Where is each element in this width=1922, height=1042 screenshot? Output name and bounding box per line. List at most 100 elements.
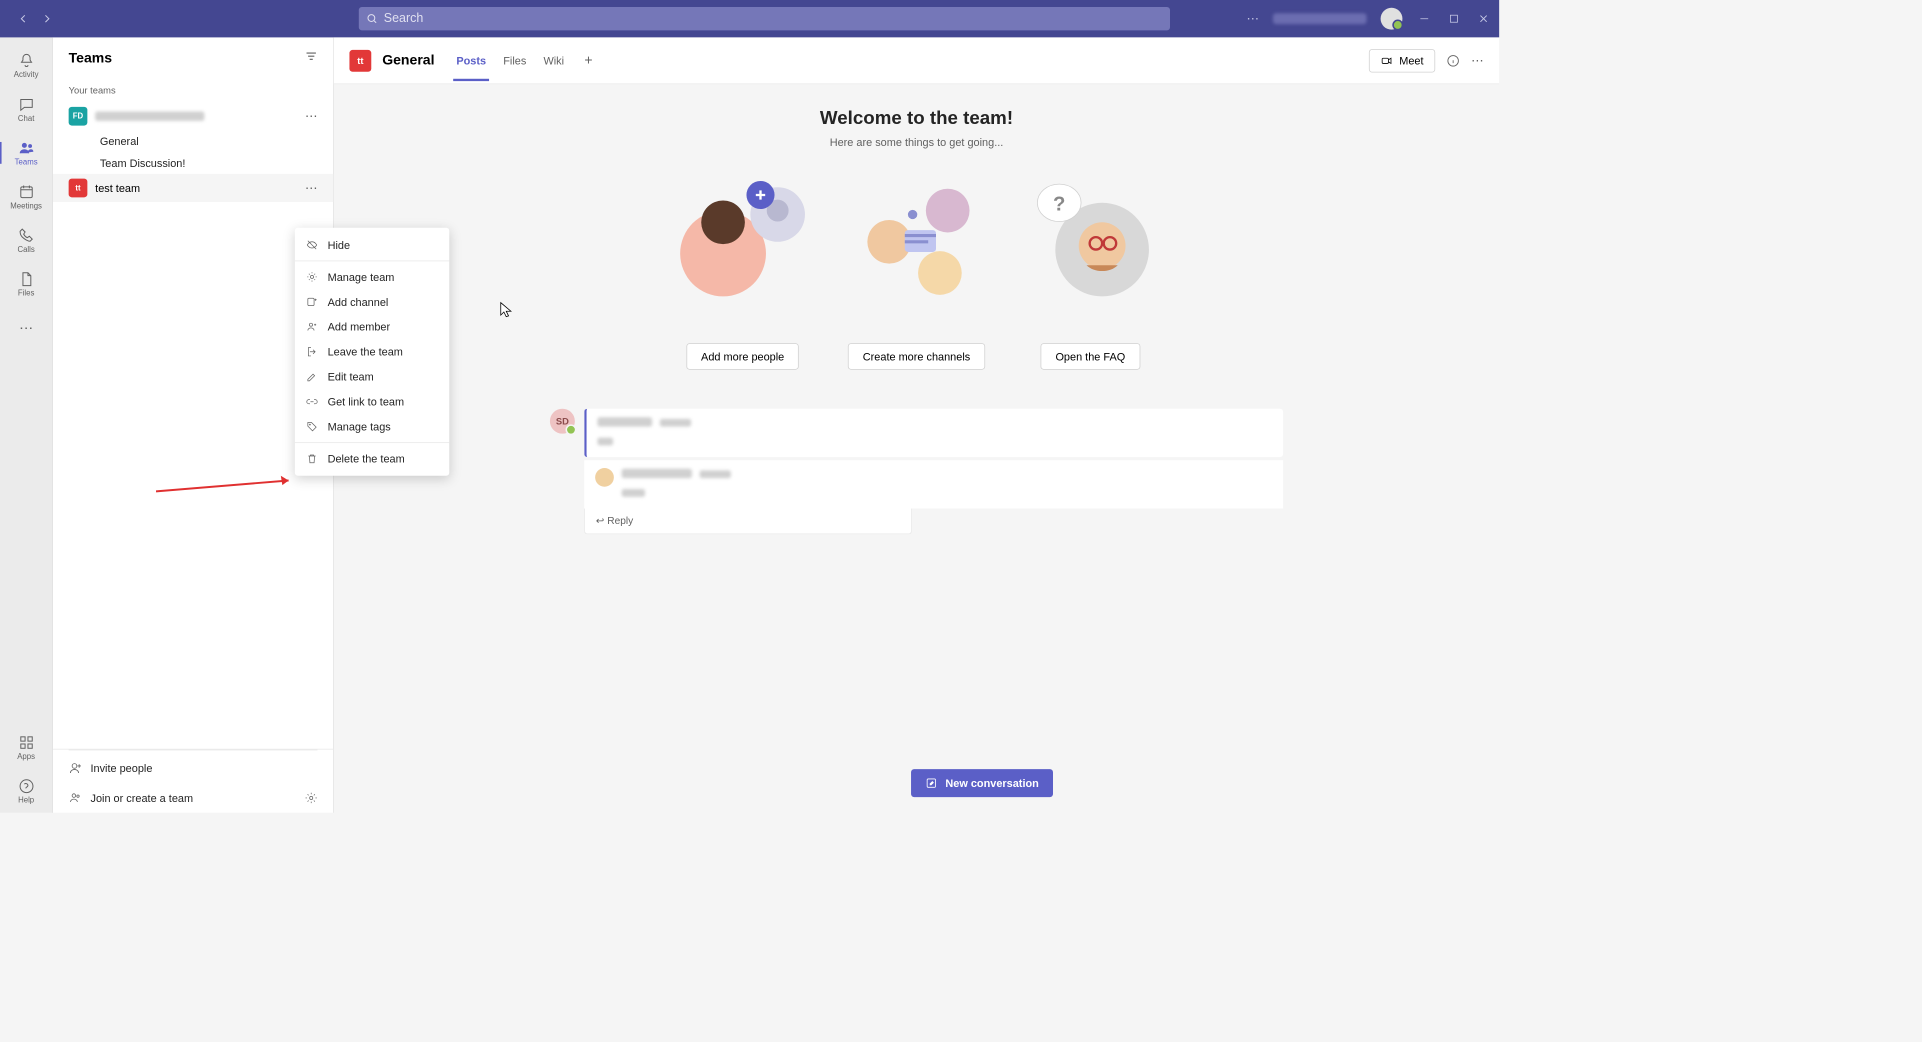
menu-manage-tags[interactable]: Manage tags [295, 414, 449, 439]
posts-content: Welcome to the team! Here are some thing… [334, 84, 1499, 813]
team-item-test[interactable]: tt test team ⋯ [53, 174, 333, 202]
apps-icon [18, 734, 35, 751]
close-button[interactable] [1476, 11, 1492, 27]
create-channels-button[interactable]: Create more channels [848, 343, 985, 370]
illustration-people [676, 172, 809, 305]
channel-title: General [382, 52, 434, 68]
team-name: test team [95, 182, 140, 194]
filter-button[interactable] [305, 50, 317, 66]
join-create-team-button[interactable]: Join or create a team [53, 783, 333, 813]
add-tab-button[interactable]: + [578, 52, 599, 68]
link-icon [306, 395, 318, 407]
rail-help[interactable]: Help [0, 769, 52, 813]
main-content: tt General Posts Files Wiki + Meet ⋯ Wel… [334, 37, 1499, 812]
illustration-channels [850, 172, 983, 305]
new-conversation-button[interactable]: New conversation [911, 769, 1053, 797]
post-thread: SD ↩ Reply [550, 409, 1283, 535]
menu-manage-team[interactable]: Manage team [295, 264, 449, 289]
rail-calls[interactable]: Calls [0, 218, 52, 262]
team-more-button[interactable]: ⋯ [305, 108, 317, 124]
tab-posts[interactable]: Posts [453, 40, 489, 81]
rail-activity[interactable]: Activity [0, 44, 52, 88]
reply-button[interactable]: ↩ Reply [584, 509, 912, 535]
chat-icon [18, 96, 35, 113]
rail-apps[interactable]: Apps [0, 725, 52, 769]
menu-add-member[interactable]: Add member [295, 314, 449, 339]
user-name [1273, 13, 1367, 24]
menu-delete-team[interactable]: Delete the team [295, 446, 449, 471]
info-icon[interactable] [1446, 53, 1460, 67]
rail-meetings[interactable]: Meetings [0, 175, 52, 219]
rail-chat[interactable]: Chat [0, 87, 52, 131]
team-context-menu: Hide Manage team Add channel Add member … [295, 228, 449, 476]
search-placeholder: Search [384, 12, 424, 26]
teams-icon [18, 139, 35, 156]
leave-icon [306, 346, 318, 358]
team-avatar: FD [69, 107, 88, 126]
maximize-button[interactable] [1446, 11, 1462, 27]
team-name [95, 112, 204, 121]
post-message[interactable] [584, 409, 1283, 457]
channel-general[interactable]: General [53, 130, 333, 152]
calendar-icon [18, 183, 35, 200]
more-icon[interactable]: ⋯ [1246, 11, 1258, 27]
pencil-icon [306, 371, 318, 383]
team-avatar: tt [69, 179, 88, 198]
svg-text:?: ? [1053, 194, 1065, 216]
menu-add-channel[interactable]: Add channel [295, 289, 449, 314]
rail-teams[interactable]: Teams [0, 131, 52, 175]
minimize-button[interactable] [1416, 11, 1432, 27]
cursor-icon [499, 301, 513, 318]
card-create-channels: Create more channels [848, 172, 985, 370]
app-rail: Activity Chat Teams Meetings Calls Files… [0, 37, 53, 812]
menu-hide[interactable]: Hide [295, 232, 449, 257]
annotation-arrow [156, 474, 304, 497]
eye-off-icon [306, 239, 318, 251]
teams-add-icon [69, 791, 83, 805]
more-options-button[interactable]: ⋯ [1471, 53, 1483, 69]
forward-button[interactable] [39, 11, 55, 27]
channel-add-icon [306, 296, 318, 308]
back-button[interactable] [16, 11, 32, 27]
titlebar: Search ⋯ [0, 0, 1499, 37]
person-add-icon [306, 321, 318, 333]
illustration-faq: ? [1024, 172, 1157, 305]
teams-sidebar: Teams Your teams FD ⋯ General Team Discu… [53, 37, 334, 812]
gear-icon [306, 271, 318, 283]
team-item-1[interactable]: FD ⋯ [53, 102, 333, 130]
meet-button[interactable]: Meet [1369, 49, 1435, 72]
channel-avatar: tt [349, 50, 371, 72]
rail-more[interactable]: ⋯ [0, 306, 52, 350]
menu-get-link[interactable]: Get link to team [295, 389, 449, 414]
channel-header: tt General Posts Files Wiki + Meet ⋯ [334, 37, 1499, 84]
card-add-people: Add more people [676, 172, 809, 370]
tab-wiki[interactable]: Wiki [540, 40, 567, 81]
file-icon [18, 270, 35, 287]
menu-leave-team[interactable]: Leave the team [295, 339, 449, 364]
trash-icon [306, 452, 318, 464]
card-open-faq: ? Open the FAQ [1024, 172, 1157, 370]
channel-discussion[interactable]: Team Discussion! [53, 152, 333, 174]
search-icon [367, 13, 378, 24]
gear-icon[interactable] [305, 792, 317, 804]
welcome-title: Welcome to the team! [820, 108, 1013, 130]
person-add-icon [69, 761, 83, 775]
tag-icon [306, 420, 318, 432]
team-more-button[interactable]: ⋯ [305, 180, 317, 196]
tab-files[interactable]: Files [500, 40, 529, 81]
search-input[interactable]: Search [359, 7, 1170, 30]
phone-icon [18, 227, 35, 244]
open-faq-button[interactable]: Open the FAQ [1041, 343, 1140, 370]
video-icon [1381, 54, 1393, 66]
invite-people-button[interactable]: Invite people [53, 753, 333, 783]
sidebar-title: Teams [69, 50, 112, 66]
welcome-subtitle: Here are some things to get going... [830, 136, 1004, 148]
post-avatar: SD [550, 409, 575, 434]
compose-icon [925, 777, 937, 789]
post-reply[interactable] [584, 460, 1283, 508]
add-people-button[interactable]: Add more people [686, 343, 799, 370]
rail-files[interactable]: Files [0, 262, 52, 306]
menu-edit-team[interactable]: Edit team [295, 364, 449, 389]
help-icon [18, 777, 35, 794]
user-avatar[interactable] [1381, 8, 1403, 30]
